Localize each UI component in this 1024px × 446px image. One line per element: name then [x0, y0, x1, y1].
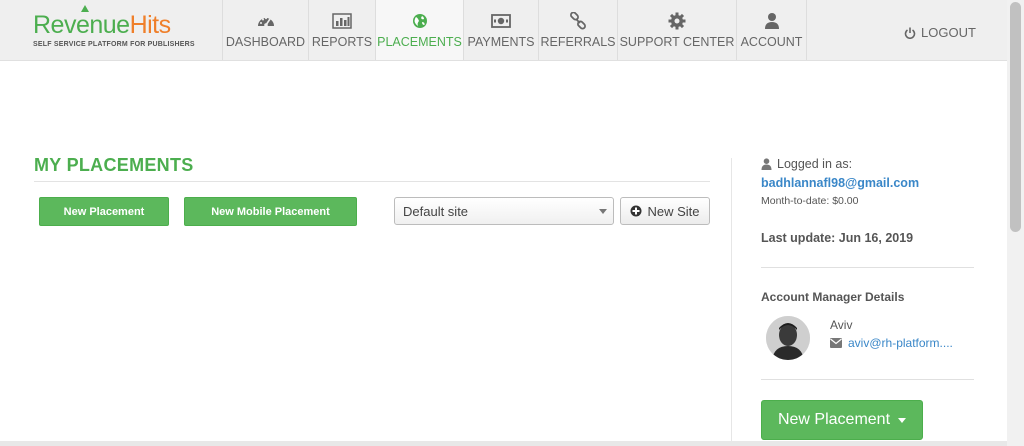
revenuehits-logo[interactable]: RevenueHits SELF SERVICE PLATFORM FOR PU…: [33, 5, 195, 48]
user-email-link[interactable]: badhlannafl98@gmail.com: [761, 176, 919, 190]
nav-reports[interactable]: REPORTS: [308, 0, 375, 60]
logo-arrow-icon: [81, 5, 89, 12]
scrollbar-thumb[interactable]: [1010, 2, 1021, 232]
title-divider: [34, 181, 710, 182]
power-icon: [904, 27, 916, 39]
horizontal-scrollbar[interactable]: [0, 441, 1007, 446]
sidebar-divider: [761, 379, 974, 380]
logo-revenue-text: Revenue: [33, 11, 130, 39]
new-site-label: New Site: [647, 203, 700, 219]
nav-label: DASHBOARD: [225, 35, 306, 49]
site-select[interactable]: Default site: [394, 197, 614, 225]
last-update-text: Last update: Jun 16, 2019: [761, 231, 914, 245]
logged-in-text: Logged in as:: [777, 157, 853, 171]
nav-label: REFERRALS: [540, 35, 616, 49]
new-site-button[interactable]: New Site: [620, 197, 710, 225]
logout-label: LOGOUT: [921, 25, 976, 40]
nav-label: PAYMENTS: [467, 35, 535, 49]
new-placement-button[interactable]: New Placement: [39, 197, 169, 226]
sidebar-divider: [731, 158, 732, 446]
globe-icon: [410, 12, 430, 30]
nav-label: PLACEMENTS: [377, 35, 462, 49]
main-nav: DASHBOARD REPORTS PLACEMENTS PAYMENTS RE…: [222, 0, 807, 60]
speedometer-icon: [256, 12, 276, 30]
month-to-date-earnings: Month-to-date: $0.00: [761, 195, 859, 207]
nav-label: SUPPORT CENTER: [619, 35, 735, 49]
bar-chart-icon: [332, 12, 352, 30]
logo-hits-text: Hits: [129, 11, 172, 39]
plus-circle-icon: [630, 205, 642, 217]
top-header: RevenueHits SELF SERVICE PLATFORM FOR PU…: [0, 0, 1007, 61]
page-title: MY PLACEMENTS: [34, 155, 194, 175]
money-icon: [491, 12, 511, 30]
logo-wordmark: RevenueHits: [33, 12, 195, 38]
nav-payments[interactable]: PAYMENTS: [463, 0, 538, 60]
nav-support-center[interactable]: SUPPORT CENTER: [617, 0, 736, 60]
sidebar-new-placement-label: New Placement: [777, 411, 891, 428]
account-manager-email: aviv@rh-platform....: [848, 336, 953, 350]
logged-in-label: Logged in as:: [761, 157, 852, 171]
link-icon: [568, 12, 588, 30]
nav-dashboard[interactable]: DASHBOARD: [222, 0, 308, 60]
account-manager-avatar: [766, 316, 810, 360]
site-select-value: Default site: [403, 203, 469, 219]
account-manager-email-link[interactable]: aviv@rh-platform....: [830, 336, 953, 350]
logo-tagline: SELF SERVICE PLATFORM FOR PUBLISHERS: [33, 41, 195, 48]
nav-label: REPORTS: [311, 35, 373, 49]
new-mobile-placement-button[interactable]: New Mobile Placement: [184, 197, 357, 226]
caret-down-icon: [898, 417, 907, 423]
sidebar-divider: [761, 267, 974, 268]
nav-placements[interactable]: PLACEMENTS: [375, 0, 463, 60]
envelope-icon: [830, 338, 842, 348]
gear-icon: [667, 12, 687, 30]
vertical-scrollbar[interactable]: [1007, 0, 1024, 446]
logout-button[interactable]: LOGOUT: [904, 25, 976, 40]
user-icon: [761, 158, 772, 170]
nav-account[interactable]: ACCOUNT: [736, 0, 807, 60]
chevron-down-icon: [599, 209, 607, 214]
nav-referrals[interactable]: REFERRALS: [538, 0, 617, 60]
account-manager-title: Account Manager Details: [761, 290, 905, 304]
nav-label: ACCOUNT: [740, 35, 803, 49]
sidebar-new-placement-dropdown[interactable]: New Placement: [761, 400, 923, 440]
user-icon: [762, 12, 782, 30]
account-manager-name: Aviv: [830, 318, 853, 332]
